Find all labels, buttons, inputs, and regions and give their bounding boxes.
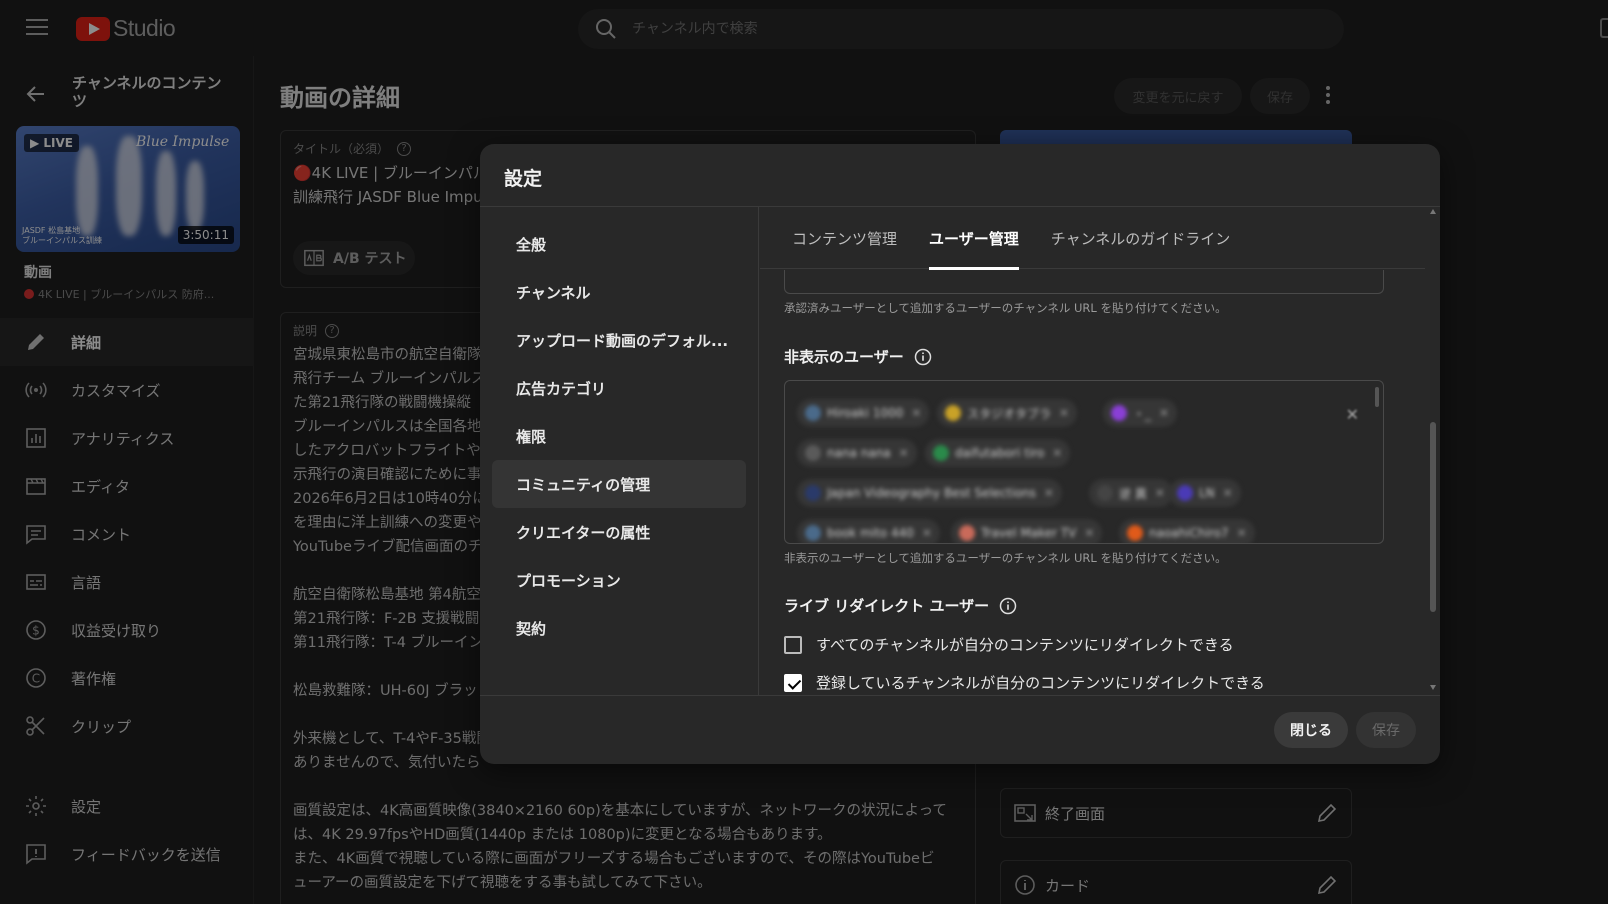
info-icon[interactable] <box>914 348 932 366</box>
avatar <box>805 405 821 421</box>
remove-icon[interactable]: ✕ <box>1084 526 1094 540</box>
hidden-user-chip[interactable]: Japan Videography Best Selections ✕ <box>797 479 1062 507</box>
approved-users-input[interactable] <box>784 270 1384 294</box>
remove-icon[interactable]: ✕ <box>922 526 932 540</box>
avatar <box>805 445 821 461</box>
tab-content-management[interactable]: コンテンツ管理 <box>792 207 897 269</box>
settings-nav-permissions[interactable]: 権限 <box>492 412 746 460</box>
avatar <box>1177 485 1193 501</box>
avatar <box>805 525 821 541</box>
redirect-all-channels-option[interactable]: すべてのチャンネルが自分のコンテンツにリダイレクトできる <box>784 634 1234 655</box>
divider <box>758 207 759 695</box>
remove-icon[interactable]: ✕ <box>1059 406 1069 420</box>
settings-nav-general[interactable]: 全般 <box>492 220 746 268</box>
hidden-user-chip[interactable]: 逆 異 ✕ <box>1089 479 1173 507</box>
hidden-user-chip[interactable]: nana nana ✕ <box>797 439 917 467</box>
settings-dialog: 設定 全般 チャンネル アップロード動画のデフォル... 広告カテゴリ 権限 コ… <box>480 144 1440 764</box>
avatar <box>1111 405 1127 421</box>
hidden-user-chip[interactable]: daifutabori tiro ✕ <box>925 439 1071 467</box>
tab-user-management[interactable]: ユーザー管理 <box>929 207 1019 270</box>
live-redirect-heading: ライブ リダイレクト ユーザー <box>784 595 1017 616</box>
remove-icon[interactable]: ✕ <box>1237 526 1247 540</box>
settings-nav-upload-defaults[interactable]: アップロード動画のデフォル... <box>492 316 746 364</box>
scroll-thumb[interactable] <box>1430 422 1436 612</box>
scroll-up-icon[interactable] <box>1430 209 1436 214</box>
settings-nav: 全般 チャンネル アップロード動画のデフォル... 広告カテゴリ 権限 コミュニ… <box>492 220 746 652</box>
hidden-user-chip[interactable]: Hiroaki 1000 ✕ <box>797 399 930 427</box>
close-button[interactable]: 閉じる <box>1274 712 1348 748</box>
settings-nav-channel[interactable]: チャンネル <box>492 268 746 316</box>
hidden-users-helper: 非表示のユーザーとして追加するユーザーのチャンネル URL を貼り付けてください… <box>784 551 1227 565</box>
hidden-users-heading: 非表示のユーザー <box>784 346 932 367</box>
settings-nav-agreements[interactable]: 契約 <box>492 604 746 652</box>
remove-icon[interactable]: ✕ <box>1044 486 1054 500</box>
settings-nav-creator-attributes[interactable]: クリエイターの属性 <box>492 508 746 556</box>
panel-scrollbar[interactable] <box>1426 207 1440 695</box>
hidden-user-chip[interactable]: ・_ ✕ <box>1103 399 1178 427</box>
dialog-title: 設定 <box>504 168 543 190</box>
redirect-all-checkbox[interactable] <box>784 635 802 654</box>
avatar <box>933 445 949 461</box>
avatar <box>1097 485 1113 501</box>
remove-icon[interactable]: ✕ <box>1155 486 1165 500</box>
tab-channel-guidelines[interactable]: チャンネルのガイドライン <box>1051 207 1231 269</box>
dialog-save-button[interactable]: 保存 <box>1356 712 1416 748</box>
settings-tabs: コンテンツ管理 ユーザー管理 チャンネルのガイドライン <box>760 207 1425 270</box>
user-management-panel: 承認済みユーザーとして追加するユーザーのチャンネル URL を貼り付けてください… <box>760 270 1425 695</box>
remove-icon[interactable]: ✕ <box>1159 406 1169 420</box>
remove-icon[interactable]: ✕ <box>1223 486 1233 500</box>
avatar <box>959 525 975 541</box>
hidden-user-chip[interactable]: Travel Maker TV ✕ <box>951 519 1103 543</box>
hidden-users-input[interactable]: Hiroaki 1000 ✕ スタジオタブラ ✕ ・_ ✕ nana nana ✕ da… <box>784 380 1384 544</box>
avatar <box>945 405 961 421</box>
remove-icon[interactable]: ✕ <box>1052 446 1062 460</box>
settings-nav-ad-categories[interactable]: 広告カテゴリ <box>492 364 746 412</box>
hidden-user-chip[interactable]: naoahiChiro7 ✕ <box>1119 519 1255 543</box>
hidden-user-chip[interactable]: LN ✕ <box>1169 479 1241 507</box>
avatar <box>1127 525 1143 541</box>
clear-all-icon[interactable]: ✕ <box>1346 405 1359 424</box>
hidden-user-chip[interactable]: スタジオタブラ ✕ <box>937 399 1078 427</box>
chips-scrollbar[interactable] <box>1375 387 1379 407</box>
remove-icon[interactable]: ✕ <box>911 406 921 420</box>
avatar <box>805 485 821 501</box>
divider <box>480 695 1440 696</box>
scroll-down-icon[interactable] <box>1430 685 1436 690</box>
info-icon[interactable] <box>999 597 1017 615</box>
approved-users-helper: 承認済みユーザーとして追加するユーザーのチャンネル URL を貼り付けてください… <box>784 301 1227 315</box>
redirect-subscribed-checkbox[interactable] <box>784 673 802 692</box>
hidden-user-chip[interactable]: book mito 440 ✕ <box>797 519 940 543</box>
settings-nav-promotion[interactable]: プロモーション <box>492 556 746 604</box>
settings-nav-community[interactable]: コミュニティの管理 <box>492 460 746 508</box>
redirect-subscribed-option[interactable]: 登録しているチャンネルが自分のコンテンツにリダイレクトできる <box>784 672 1265 693</box>
remove-icon[interactable]: ✕ <box>899 446 909 460</box>
